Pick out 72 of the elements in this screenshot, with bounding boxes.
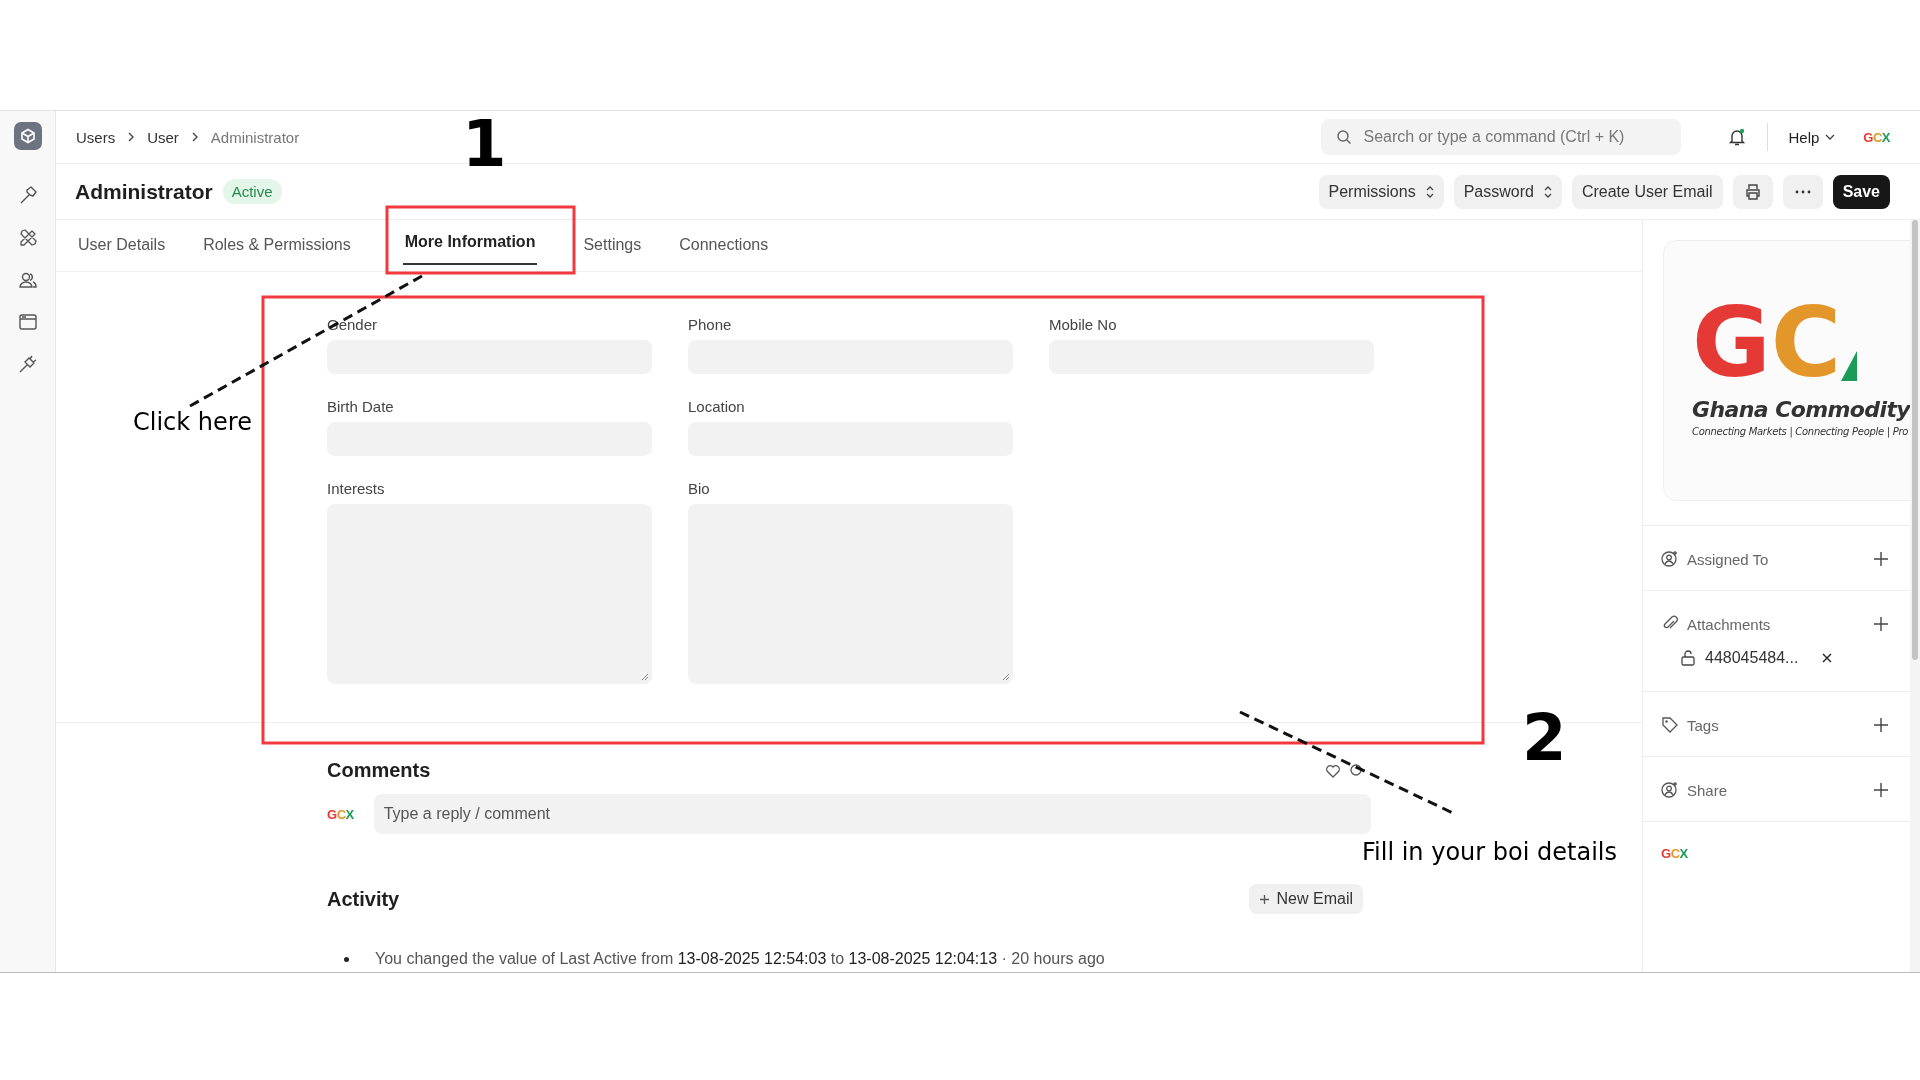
up-down-caret-icon: [1425, 185, 1434, 198]
breadcrumb-link[interactable]: User: [147, 128, 179, 146]
cube-logo-icon[interactable]: [13, 122, 42, 150]
tab[interactable]: More Information: [402, 220, 538, 265]
plus-icon: [1258, 893, 1270, 905]
lock-icon: [1681, 650, 1695, 666]
activity-entry: You changed the value of Last Active from 13-08-2025 12:54:03 to 13-08-2025 12:04:13 · 20 hours ago: [375, 950, 1105, 968]
activity-heading: Activity: [327, 887, 400, 911]
company-tagline: Connecting Markets | Connecting People | Pro: [1692, 426, 1909, 437]
section-label: Attachments: [1687, 615, 1771, 633]
user-plus-icon: [1661, 781, 1679, 799]
field-label: Gender: [327, 316, 379, 333]
scrollbar-thumb[interactable]: [1912, 220, 1918, 660]
step-number: 2: [1522, 706, 1567, 770]
chevron-right-icon: [190, 132, 199, 142]
tag-icon: [1661, 716, 1679, 734]
add-icon[interactable]: [1874, 783, 1888, 797]
comments-heading: Comments: [327, 759, 431, 782]
bullet-icon: [344, 956, 349, 962]
field-label: Mobile No: [1049, 316, 1118, 333]
field-label: Interests: [327, 480, 386, 497]
resize-grip-icon[interactable]: [1002, 673, 1010, 681]
field-label: Bio: [688, 480, 711, 497]
close-icon[interactable]: [1822, 653, 1833, 663]
company-name: Ghana Commodity: [1692, 397, 1910, 422]
user-plus-icon: [1661, 550, 1679, 568]
resize-grip-icon[interactable]: [641, 673, 649, 681]
breadcrumb-link[interactable]: Users: [76, 128, 116, 146]
create-email-button[interactable]: Create User Email: [1571, 174, 1723, 209]
save-button[interactable]: Save: [1832, 174, 1890, 209]
field-label: Phone: [688, 316, 733, 333]
dropdown-button[interactable]: Permissions: [1318, 174, 1444, 209]
tab[interactable]: Settings: [581, 220, 644, 271]
up-down-caret-icon: [1543, 185, 1552, 198]
logo-letter: C: [1770, 301, 1842, 385]
logo-mark-icon: [1841, 351, 1858, 381]
section-label: Assigned To: [1687, 550, 1769, 568]
tab[interactable]: User Details: [76, 220, 168, 271]
annotation-text: Click here: [133, 408, 252, 436]
field-label: Location: [688, 398, 746, 415]
user-avatar: GCX: [1661, 846, 1689, 861]
print-button[interactable]: [1732, 174, 1773, 209]
attachment-link[interactable]: 448045484...: [1705, 649, 1799, 667]
field-label: Birth Date: [327, 398, 395, 415]
comment-icon[interactable]: [1349, 762, 1363, 779]
breadcrumb-link[interactable]: Administrator: [210, 128, 300, 146]
tab[interactable]: Connections: [677, 220, 771, 271]
logo-letter: G: [1692, 301, 1771, 385]
user-avatar[interactable]: GCX: [1863, 129, 1890, 145]
comment-field[interactable]: Type a reply / comment: [373, 794, 1371, 834]
heart-icon[interactable]: [1325, 762, 1341, 779]
search-icon: [1336, 129, 1353, 145]
add-icon[interactable]: [1874, 552, 1888, 566]
new-email-button[interactable]: New Email: [1248, 884, 1363, 914]
status-badge: Active: [222, 179, 282, 204]
chevron-down-icon: [1825, 133, 1836, 141]
user-avatar: GCX: [327, 806, 354, 822]
chevron-right-icon: [127, 132, 136, 142]
section-label: Share: [1687, 781, 1728, 799]
add-icon[interactable]: [1874, 718, 1888, 732]
search-field[interactable]: Search or type a command (Ctrl + K): [1321, 119, 1682, 155]
help-menu[interactable]: Help: [1788, 128, 1836, 146]
browser-window-icon[interactable]: [16, 311, 39, 333]
add-icon[interactable]: [1874, 617, 1888, 631]
step-number: 1: [462, 112, 507, 176]
page-title: Administrator: [75, 179, 213, 204]
annotation-text: Fill in your boi details: [1362, 838, 1617, 866]
dropdown-button[interactable]: Password: [1453, 174, 1562, 209]
tab[interactable]: Roles & Permissions: [201, 220, 353, 271]
section-label: Tags: [1687, 716, 1719, 734]
more-icon: [1794, 189, 1811, 194]
printer-icon: [1743, 182, 1762, 201]
